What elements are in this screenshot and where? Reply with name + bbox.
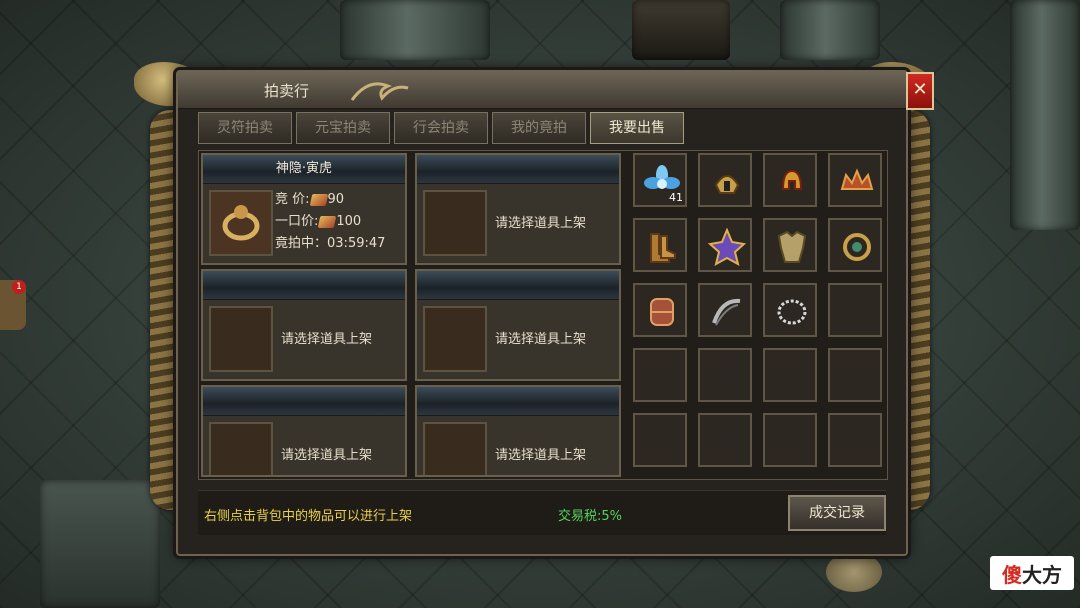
inventory-slot[interactable]: 41	[633, 153, 687, 207]
inventory-slot[interactable]	[633, 283, 687, 337]
bracer-icon	[650, 298, 674, 326]
close-button[interactable]: ✕	[906, 72, 934, 110]
bid-price-row: 竞 价: 90	[275, 188, 344, 207]
empty-slot-hint: 请选择道具上架	[495, 216, 587, 231]
belt-icon	[712, 298, 741, 326]
background-pillar	[340, 0, 490, 60]
auction-time-left: 03:59:47	[327, 236, 386, 251]
watermark: 傻大方	[990, 556, 1074, 590]
listing-slot-header	[417, 271, 619, 300]
listing-slot-empty[interactable]: 请选择道具上架	[415, 385, 621, 477]
trade-tax: 交易税:5%	[558, 509, 623, 524]
inventory-slot[interactable]	[763, 283, 817, 337]
listing-slot-empty[interactable]: 请选择道具上架	[201, 385, 407, 477]
content-panel: 神隐·寅虎 竞 价: 90 一口价: 100 竟拍中：03:59:47 请选择道…	[198, 150, 888, 480]
inventory-slot[interactable]	[763, 218, 817, 272]
inventory-slot[interactable]	[828, 153, 882, 207]
listing-slot-header	[417, 387, 619, 416]
tab-sell[interactable]: 我要出售	[590, 112, 684, 144]
gold-icon	[318, 215, 337, 228]
watermark-char: 傻	[1002, 562, 1022, 587]
inventory-slot[interactable]	[633, 348, 687, 402]
boots-icon	[650, 233, 676, 263]
gold-helmet-icon	[781, 169, 803, 190]
gold-icon	[309, 193, 328, 206]
buyout-price-label: 一口价:	[275, 214, 319, 229]
armor-icon	[777, 230, 807, 263]
inventory-slot[interactable]	[828, 218, 882, 272]
empty-slot-hint: 请选择道具上架	[495, 448, 587, 463]
coin-emblem	[826, 552, 882, 592]
listing-hint: 右侧点击背包中的物品可以进行上架	[204, 509, 413, 524]
background-pillar	[632, 0, 730, 60]
helmet-icon	[714, 175, 740, 194]
listing-slot-header	[417, 155, 619, 184]
inventory-slot[interactable]	[633, 413, 687, 467]
title-ornament-icon	[350, 82, 409, 101]
tab-guild-auction[interactable]: 行会拍卖	[394, 112, 488, 144]
item-count: 41	[669, 191, 683, 204]
empty-item-slot[interactable]	[423, 306, 487, 372]
ring-icon	[222, 205, 260, 241]
inventory-slot[interactable]	[698, 153, 752, 207]
empty-slot-hint: 请选择道具上架	[495, 332, 587, 347]
listing-item-name: 神隐·寅虎	[203, 155, 405, 184]
listing-slot-empty[interactable]: 请选择道具上架	[415, 153, 621, 265]
background-pillar	[40, 480, 160, 608]
inventory-slot[interactable]	[633, 218, 687, 272]
bid-price-value: 90	[327, 192, 345, 207]
inventory-slot[interactable]	[828, 348, 882, 402]
inventory-slot[interactable]	[828, 413, 882, 467]
inventory-slot[interactable]	[828, 283, 882, 337]
inventory-slot[interactable]	[698, 218, 752, 272]
background-pillar	[1010, 0, 1080, 230]
listing-slot-empty[interactable]: 请选择道具上架	[201, 269, 407, 381]
empty-slot-hint: 请选择道具上架	[281, 332, 373, 347]
transaction-records-button[interactable]: 成交记录	[788, 495, 886, 531]
tab-bar: 灵符拍卖 元宝拍卖 行会拍卖 我的竟拍 我要出售	[198, 112, 684, 144]
inventory-slot[interactable]	[763, 153, 817, 207]
inventory-slot[interactable]	[698, 413, 752, 467]
title-bar: 拍卖行	[178, 72, 906, 109]
empty-item-slot[interactable]	[209, 422, 273, 475]
amulet-icon	[843, 233, 871, 261]
buyout-price-value: 100	[336, 214, 362, 229]
listing-slot-header	[203, 387, 405, 416]
notification-badge: 1	[12, 280, 26, 294]
tab-my-bids[interactable]: 我的竟拍	[492, 112, 586, 144]
bid-price-label: 竞 价:	[275, 192, 310, 207]
tab-lingfu-auction[interactable]: 灵符拍卖	[198, 112, 292, 144]
buyout-price-row: 一口价: 100	[275, 210, 361, 229]
empty-item-slot[interactable]	[423, 190, 487, 256]
empty-item-slot[interactable]	[423, 422, 487, 475]
inventory-slot[interactable]	[763, 413, 817, 467]
empty-item-slot[interactable]	[209, 306, 273, 372]
auction-status-row: 竟拍中：03:59:47	[275, 232, 385, 251]
necklace-icon	[777, 299, 807, 325]
auction-status-label: 竟拍中：	[275, 236, 328, 251]
auction-window: 拍卖行 ✕ 灵符拍卖 元宝拍卖 行会拍卖 我的竟拍 我要出售 神隐·寅虎 竞 价…	[176, 70, 934, 556]
inventory-grid: 41	[633, 153, 885, 475]
medal-icon	[708, 228, 746, 266]
inventory-slot[interactable]	[698, 283, 752, 337]
watermark-text: 大方	[1022, 562, 1062, 587]
crown-icon	[840, 168, 874, 190]
inventory-slot[interactable]	[698, 348, 752, 402]
background-pillar	[780, 0, 880, 60]
footer-bar: 右侧点击背包中的物品可以进行上架 交易税:5% 成交记录	[198, 490, 886, 535]
empty-slot-hint: 请选择道具上架	[281, 448, 373, 463]
window-title: 拍卖行	[264, 82, 310, 100]
listing-slot-header	[203, 271, 405, 300]
listing-slot[interactable]: 神隐·寅虎 竞 价: 90 一口价: 100 竟拍中：03:59:47	[201, 153, 407, 265]
listing-item-slot[interactable]	[209, 190, 273, 256]
listing-slot-empty[interactable]: 请选择道具上架	[415, 269, 621, 381]
inventory-slot[interactable]	[763, 348, 817, 402]
tab-yuanbao-auction[interactable]: 元宝拍卖	[296, 112, 390, 144]
